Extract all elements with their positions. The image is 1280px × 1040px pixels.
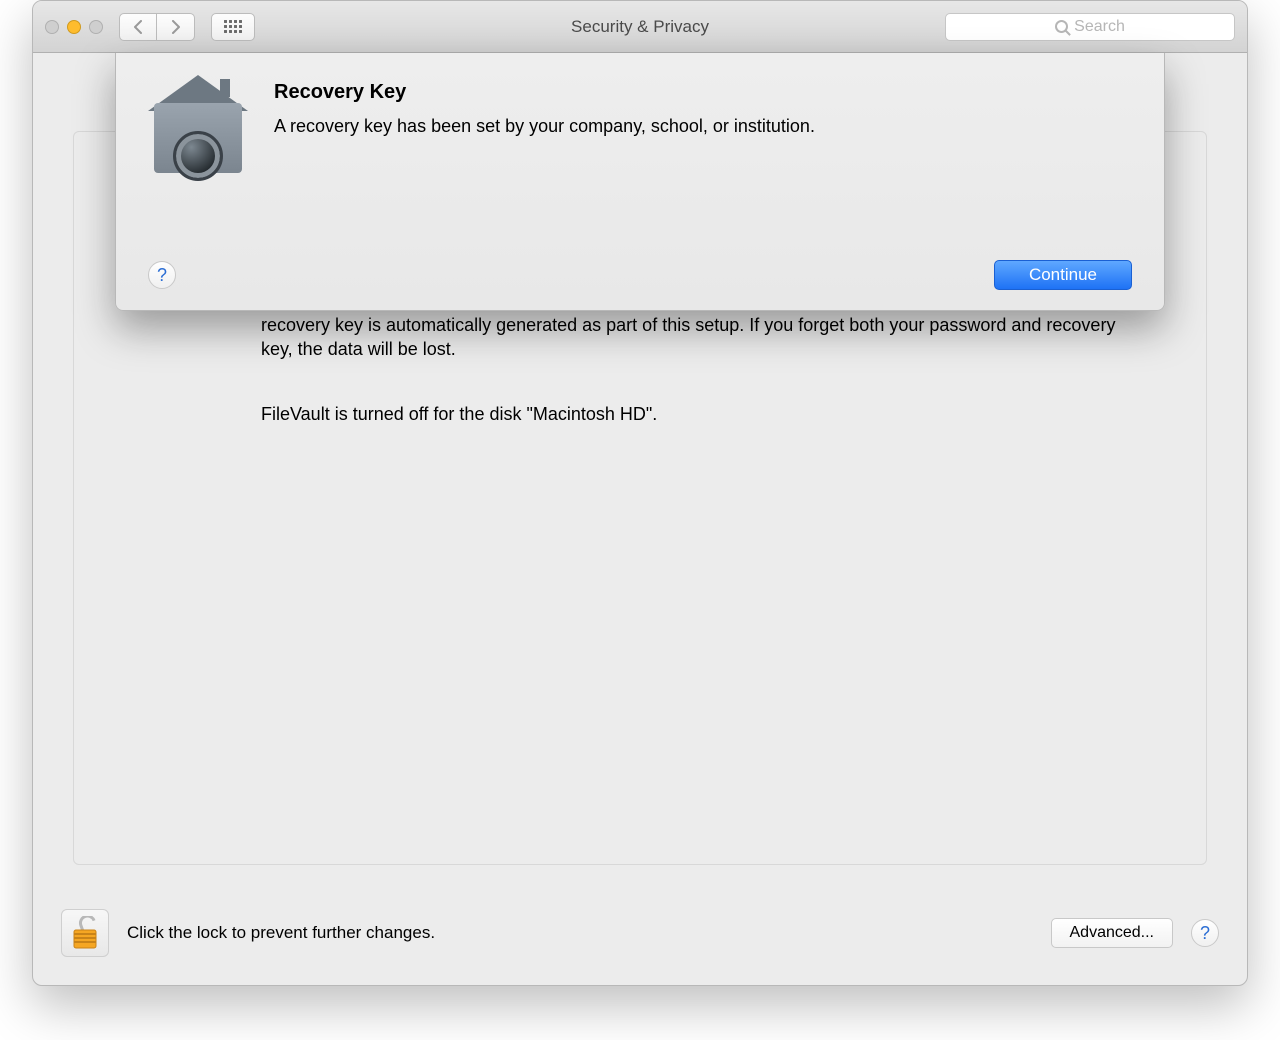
grid-icon — [224, 20, 242, 33]
advanced-button[interactable]: Advanced... — [1051, 918, 1174, 948]
back-button[interactable] — [119, 13, 157, 41]
minimize-window-button[interactable] — [67, 20, 81, 34]
search-icon — [1055, 20, 1068, 33]
traffic-lights — [45, 20, 103, 34]
unlocked-padlock-icon — [71, 916, 99, 950]
zoom-window-button[interactable] — [89, 20, 103, 34]
recovery-key-sheet: Recovery Key A recovery key has been set… — [115, 53, 1165, 311]
sheet-heading: Recovery Key — [274, 81, 815, 104]
forward-button[interactable] — [157, 13, 195, 41]
chevron-left-icon — [133, 20, 143, 34]
filevault-icon — [148, 81, 248, 181]
close-window-button[interactable] — [45, 20, 59, 34]
filevault-status: FileVault is turned off for the disk "Ma… — [261, 402, 1127, 426]
lock-button[interactable] — [61, 909, 109, 957]
filevault-description: recovery key is automatically generated … — [261, 313, 1127, 362]
nav-group — [119, 13, 195, 41]
toolbar: Security & Privacy Search — [33, 1, 1247, 53]
lock-hint-text: Click the lock to prevent further change… — [127, 923, 435, 943]
sheet-message: A recovery key has been set by your comp… — [274, 116, 815, 137]
show-all-button[interactable] — [211, 13, 255, 41]
filevault-body: recovery key is automatically generated … — [261, 313, 1127, 426]
search-placeholder: Search — [1074, 18, 1125, 36]
search-field[interactable]: Search — [945, 13, 1235, 41]
continue-button[interactable]: Continue — [994, 260, 1132, 290]
sheet-help-button[interactable]: ? — [148, 261, 176, 289]
bottom-bar: Click the lock to prevent further change… — [61, 909, 1219, 957]
preferences-window: Security & Privacy Search recovery key i… — [32, 0, 1248, 986]
help-button[interactable]: ? — [1191, 919, 1219, 947]
chevron-right-icon — [171, 20, 181, 34]
